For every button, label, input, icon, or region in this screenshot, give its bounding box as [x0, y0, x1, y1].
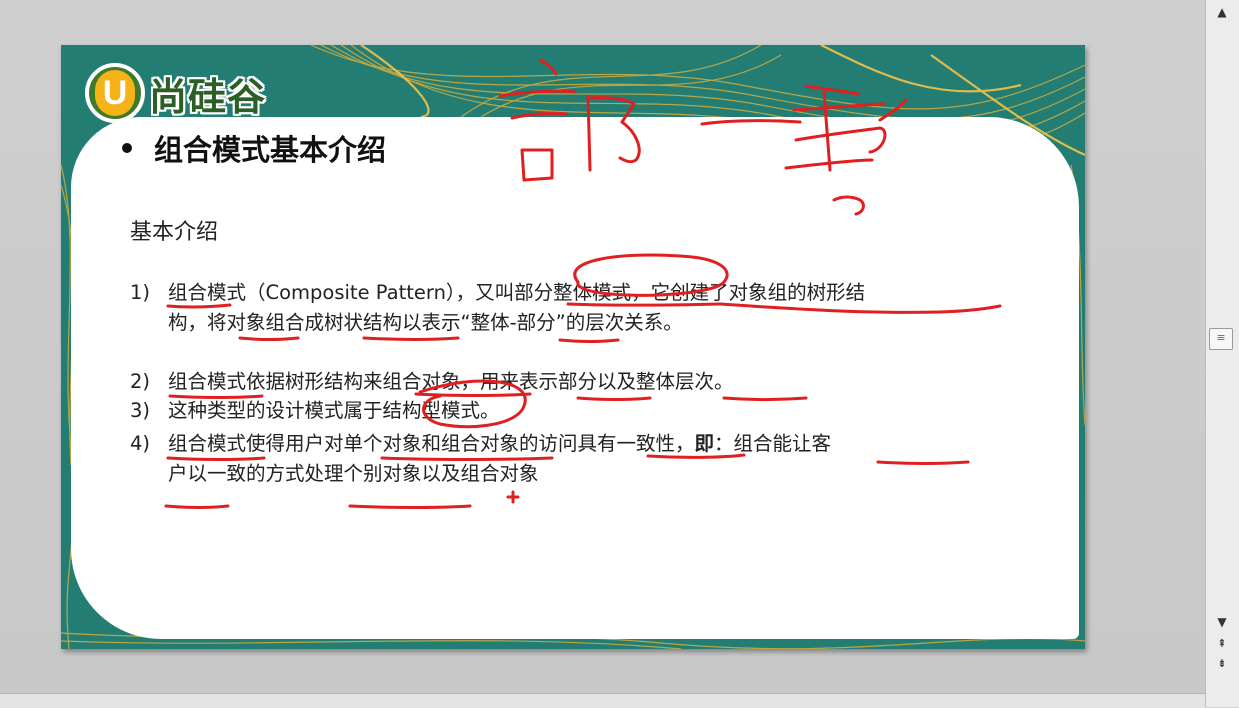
- list-item-2: 2) 组合模式依据树形结构来组合对象，用来表示部分以及整体层次。: [130, 367, 734, 397]
- bullet-icon: [122, 143, 132, 153]
- logo-letter: U: [95, 70, 135, 116]
- next-page-icon[interactable]: ⇟: [1210, 656, 1234, 672]
- status-strip: [0, 693, 1205, 708]
- list-item-3: 3) 这种类型的设计模式属于结构型模式。: [130, 396, 500, 426]
- list-item-4: 4) 组合模式使得用户对单个对象和组合对象的访问具有一致性，即：组合能让客户以一致…: [130, 429, 831, 489]
- list-item-text: 组合模式（Composite Pattern），又叫部分整体模式，它创建了对象组…: [168, 281, 866, 304]
- slide-workspace: U 尚硅谷 组合模式基本介绍 基本介绍 1) 组合模式（Composite Pat…: [0, 0, 1205, 693]
- vertical-scrollbar[interactable]: ▲ ≡ ▼ ⇞ ⇟: [1205, 0, 1239, 707]
- scroll-down-icon[interactable]: ▼: [1210, 612, 1234, 632]
- logo-text: 尚硅谷: [149, 74, 267, 119]
- list-item-number: 1): [130, 281, 151, 304]
- scroll-up-icon[interactable]: ▲: [1210, 2, 1234, 22]
- previous-page-icon[interactable]: ⇞: [1210, 636, 1234, 652]
- slide-title: 组合模式基本介绍: [122, 127, 386, 169]
- slide-title-text: 组合模式基本介绍: [154, 133, 387, 167]
- slide: U 尚硅谷 组合模式基本介绍 基本介绍 1) 组合模式（Composite Pat…: [61, 45, 1085, 649]
- list-item-1: 1) 组合模式（Composite Pattern），又叫部分整体模式，它创建了对…: [130, 278, 865, 338]
- list-item-text: 组合模式使得用户对单个对象和组合对象的访问具有一致性，: [168, 432, 695, 455]
- list-item-text-continued: 户以一致的方式处理个别对象以及组合对象: [168, 462, 539, 485]
- list-item-text-continued: 构，将对象组合成树状结构以表示“整体-部分”的层次关系。: [168, 311, 683, 334]
- scrollbar-thumb[interactable]: ≡: [1209, 328, 1233, 350]
- logo-badge-icon: U: [85, 63, 145, 123]
- list-item-text-tail: ：组合能让客: [714, 432, 832, 455]
- list-item-number: 2): [130, 370, 151, 393]
- list-item-number: 3): [130, 399, 151, 422]
- list-item-text: 这种类型的设计模式属于结构型模式。: [168, 399, 500, 422]
- slide-subheading: 基本介绍: [130, 220, 219, 245]
- scrollbar-grip-icon: ≡: [1216, 331, 1226, 344]
- list-item-text: 组合模式依据树形结构来组合对象，用来表示部分以及整体层次。: [168, 370, 734, 393]
- list-item-emphasis: 即: [694, 432, 715, 455]
- list-item-number: 4): [130, 432, 151, 455]
- brand-logo: U 尚硅谷: [85, 57, 325, 129]
